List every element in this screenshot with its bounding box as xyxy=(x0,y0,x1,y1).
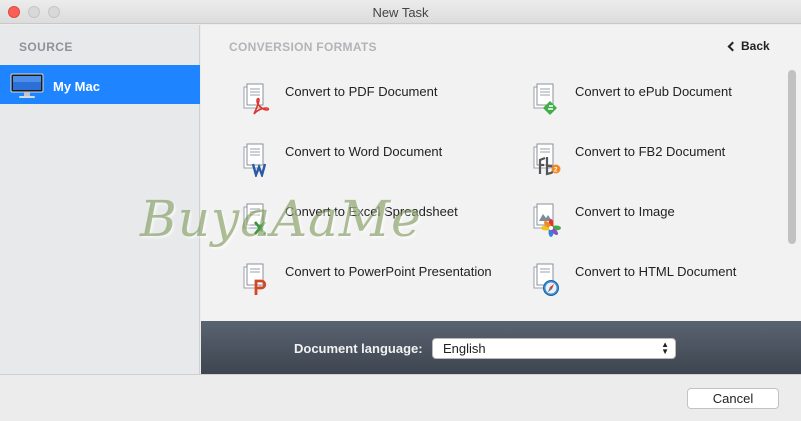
format-label: Convert to Word Document xyxy=(285,144,443,159)
new-task-window: New Task SOURCE My Mac CONVERSION FORMAT… xyxy=(0,0,801,421)
format-label: Convert to PDF Document xyxy=(285,84,438,99)
back-label: Back xyxy=(741,39,770,53)
format-fb2[interactable]: 2 Convert to FB2 Document xyxy=(531,143,796,193)
dialog-footer: Cancel xyxy=(0,374,801,421)
format-label: Convert to ePub Document xyxy=(575,84,732,99)
computer-icon xyxy=(10,73,44,98)
chevron-left-icon xyxy=(727,41,738,52)
pdf-document-icon xyxy=(243,83,270,115)
format-word[interactable]: Convert to Word Document xyxy=(241,143,506,193)
format-html[interactable]: Convert to HTML Document xyxy=(531,263,796,313)
format-label: Convert to Image xyxy=(575,204,675,219)
selected-language: English xyxy=(443,341,486,356)
format-label: Convert to Excel Spreadsheet xyxy=(285,204,458,219)
epub-document-icon xyxy=(533,83,557,115)
format-label: Convert to PowerPoint Presentation xyxy=(285,264,492,279)
cancel-button[interactable]: Cancel xyxy=(687,388,779,409)
format-excel[interactable]: Convert to Excel Spreadsheet xyxy=(241,203,506,253)
sidebar-item-my-mac[interactable]: My Mac xyxy=(0,65,200,104)
source-sidebar: SOURCE My Mac xyxy=(0,25,200,374)
section-header: CONVERSION FORMATS xyxy=(229,40,377,54)
fb2-document-icon: 2 xyxy=(533,143,561,176)
document-language-label: Document language: xyxy=(294,341,423,356)
word-document-icon xyxy=(243,143,267,177)
image-document-icon xyxy=(533,203,561,237)
format-label: Convert to HTML Document xyxy=(575,264,737,279)
format-pdf[interactable]: Convert to PDF Document xyxy=(241,83,506,133)
format-powerpoint[interactable]: Convert to PowerPoint Presentation xyxy=(241,263,506,313)
window-title: New Task xyxy=(372,5,429,20)
format-image[interactable]: Convert to Image xyxy=(531,203,796,253)
sidebar-header: SOURCE xyxy=(19,40,73,54)
powerpoint-document-icon xyxy=(243,263,267,295)
document-language-select[interactable]: English ▲ ▼ xyxy=(432,338,676,359)
select-arrows-icon: ▲ ▼ xyxy=(661,340,669,356)
format-label: Convert to FB2 Document xyxy=(575,144,726,159)
vertical-scrollbar[interactable] xyxy=(788,70,796,244)
sidebar-item-label: My Mac xyxy=(53,79,100,94)
format-epub[interactable]: Convert to ePub Document xyxy=(531,83,796,133)
html-document-icon xyxy=(533,263,559,296)
conversion-formats-panel: CONVERSION FORMATS Back Convert to PDF D… xyxy=(201,25,801,321)
back-button[interactable]: Back xyxy=(727,39,770,53)
title-bar: New Task xyxy=(0,0,801,24)
excel-document-icon xyxy=(243,203,266,235)
language-bar: Document language: English ▲ ▼ xyxy=(201,321,801,374)
